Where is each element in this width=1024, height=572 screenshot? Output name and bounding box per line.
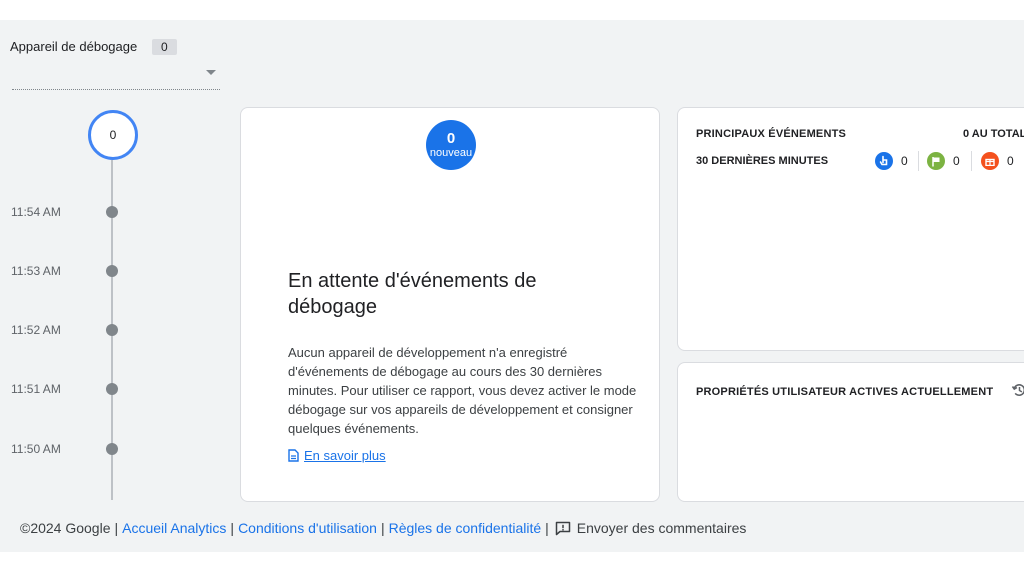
device-selector-label: Appareil de débogage — [10, 39, 138, 54]
touch-icon — [875, 152, 893, 170]
privacy-link[interactable]: Règles de confidentialité — [389, 520, 542, 536]
flag-icon — [927, 152, 945, 170]
feedback-icon — [555, 521, 571, 535]
history-icon[interactable] — [1011, 382, 1024, 398]
timeline-dot[interactable] — [106, 324, 118, 336]
timeline-count-value: 0 — [109, 128, 117, 142]
timeline-tick: 11:51 AM — [0, 382, 130, 402]
device-dropdown[interactable] — [12, 66, 220, 90]
page-footer: ©2024 Google | Accueil Analytics | Condi… — [20, 520, 746, 536]
timeline-dot[interactable] — [106, 265, 118, 277]
event-count-badge[interactable]: 0 — [981, 152, 1014, 170]
event-count-value: 0 — [901, 154, 908, 168]
footer-separator: | — [380, 520, 385, 536]
device-count-badge: 0 — [152, 39, 177, 55]
timeline-time-label: 11:51 AM — [11, 382, 61, 396]
timeline-time-label: 11:54 AM — [11, 205, 61, 219]
event-stream-card: 0 nouveau En attente d'événements de déb… — [240, 107, 660, 502]
badge-divider — [918, 151, 919, 171]
footer-separator: | — [545, 520, 549, 536]
dropdown-arrow-icon — [206, 70, 216, 75]
timeline-tick: 11:53 AM — [0, 264, 130, 284]
learn-more-text: En savoir plus — [304, 448, 386, 463]
send-feedback-button[interactable]: Envoyer des commentaires — [555, 520, 747, 536]
debugview-panel: Appareil de débogage 0 0 11:54 AM 11:53 … — [0, 20, 1024, 552]
event-count-badge[interactable]: 0 — [875, 152, 908, 170]
user-properties-card: PROPRIÉTÉS UTILISATEUR ACTIVES ACTUELLEM… — [677, 362, 1024, 502]
footer-separator: | — [230, 520, 235, 536]
copyright-text: ©2024 Google — [20, 520, 111, 536]
gift-icon — [981, 152, 999, 170]
user-properties-title: PROPRIÉTÉS UTILISATEUR ACTIVES ACTUELLEM… — [696, 386, 994, 398]
event-count-badge[interactable]: 0 — [927, 152, 960, 170]
new-events-count: 0 — [446, 130, 456, 147]
timeline-time-label: 11:53 AM — [11, 264, 61, 278]
document-icon — [288, 449, 299, 462]
timeline-time-label: 11:50 AM — [11, 442, 61, 456]
analytics-home-link[interactable]: Accueil Analytics — [122, 520, 226, 536]
event-count-value: 0 — [1007, 154, 1014, 168]
timeline-dot[interactable] — [106, 443, 118, 455]
timeline-tick: 11:52 AM — [0, 323, 130, 343]
new-events-label: nouveau — [429, 147, 473, 159]
waiting-title: En attente d'événements de débogage — [288, 270, 537, 318]
terms-link[interactable]: Conditions d'utilisation — [238, 520, 377, 536]
timeline-tick: 11:50 AM — [0, 442, 130, 462]
waiting-description: Aucun appareil de développement n'a enre… — [288, 345, 637, 436]
timeline-current-count[interactable]: 0 — [88, 110, 138, 160]
learn-more-link[interactable]: En savoir plus — [288, 448, 386, 463]
event-count-value: 0 — [953, 154, 960, 168]
timeline-time-label: 11:52 AM — [11, 323, 61, 337]
top-events-total: 0 AU TOTAL — [963, 128, 1024, 140]
top-events-title: PRINCIPAUX ÉVÉNEMENTS — [696, 128, 847, 140]
top-events-card: PRINCIPAUX ÉVÉNEMENTS 0 AU TOTAL 30 DERN… — [677, 107, 1024, 351]
timeline-tick: 11:54 AM — [0, 205, 130, 225]
top-events-period: 30 DERNIÈRES MINUTES — [696, 155, 829, 167]
timeline-dot[interactable] — [106, 383, 118, 395]
footer-separator: | — [114, 520, 119, 536]
timeline-dot[interactable] — [106, 206, 118, 218]
send-feedback-label: Envoyer des commentaires — [576, 520, 747, 536]
new-events-bubble[interactable]: 0 nouveau — [426, 120, 476, 170]
badge-divider — [971, 151, 972, 171]
